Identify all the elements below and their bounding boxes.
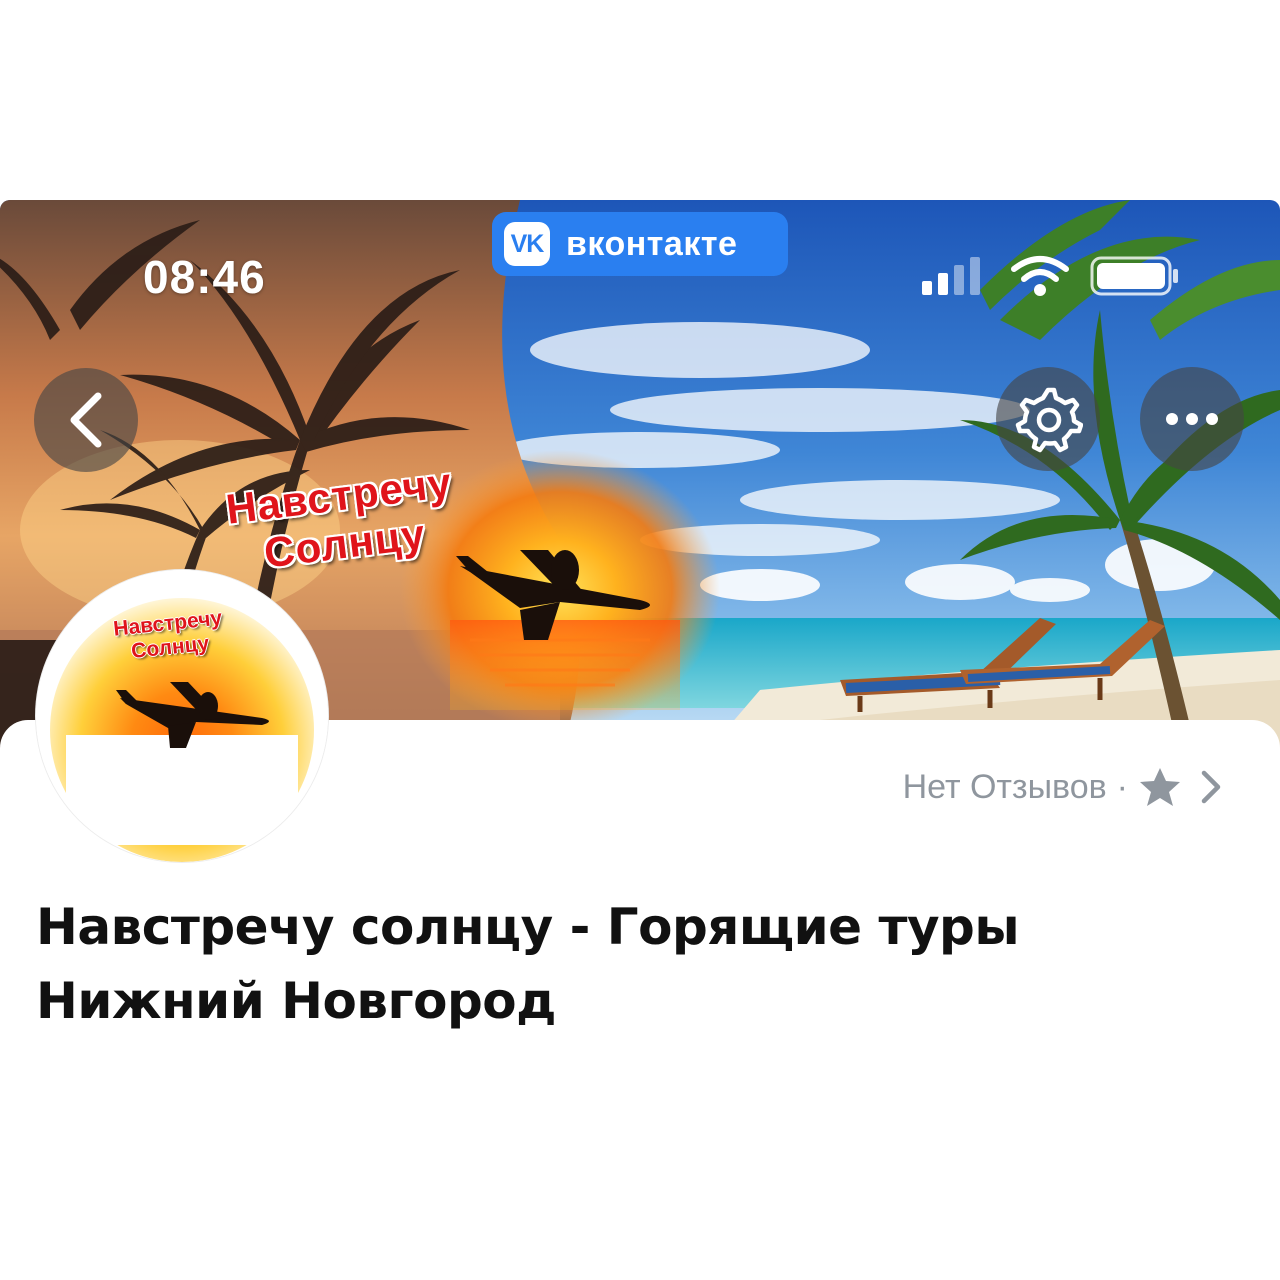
reviews-link[interactable]: Нет Отзывов · — [903, 766, 1224, 808]
vk-logo-icon: VK — [504, 222, 550, 266]
reviews-label: Нет Отзывов — [902, 767, 1107, 806]
battery-icon — [1090, 256, 1178, 296]
community-title: Навстречу солнцу - Горящие туры Нижний Н… — [36, 890, 1216, 1038]
more-button[interactable] — [1140, 367, 1244, 471]
more-horizontal-icon — [1166, 413, 1218, 425]
vk-app-badge[interactable]: VK вконтакте — [492, 212, 788, 276]
community-title-line2: Нижний Новгород — [36, 972, 557, 1030]
star-icon — [1140, 768, 1180, 806]
signal-strength-icon — [922, 257, 980, 295]
settings-button[interactable] — [996, 367, 1100, 471]
wifi-icon — [1011, 256, 1069, 296]
community-avatar[interactable]: Навстречу Солнцу — [36, 570, 328, 862]
status-time: 08:46 — [143, 251, 266, 303]
chevron-left-icon — [70, 392, 102, 448]
back-button[interactable] — [34, 368, 138, 472]
vk-community-screen: 08:46 VK вконтакте Навстречу Солнцу Навс… — [0, 200, 1280, 1080]
gear-icon — [1015, 387, 1083, 453]
chevron-right-icon — [1201, 770, 1221, 804]
community-title-line1: Навстречу солнцу - Горящие туры — [36, 898, 1020, 956]
vk-app-badge-label: вконтакте — [566, 224, 738, 263]
reviews-separator: · — [1116, 767, 1128, 806]
